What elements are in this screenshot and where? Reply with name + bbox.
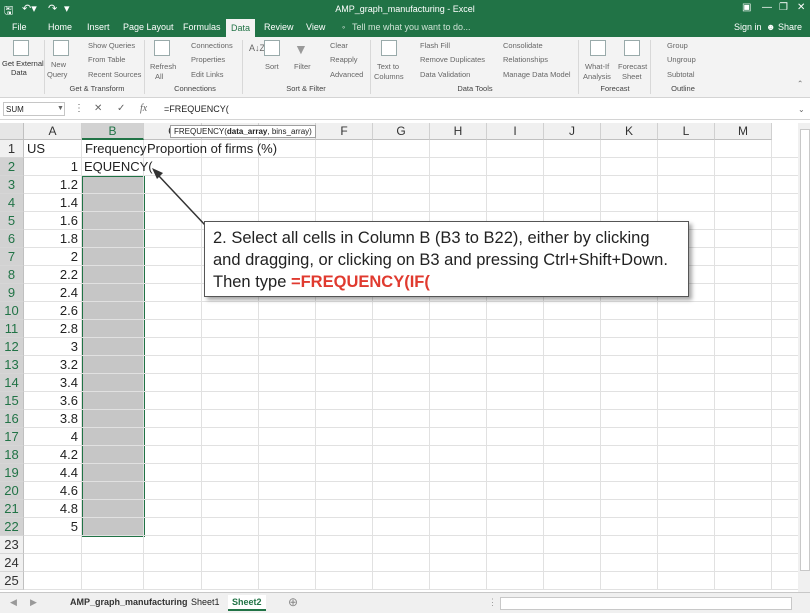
- callout-line-1: 2. Select all cells in Column B (B3 to B…: [213, 229, 650, 247]
- callout-line-2: and dragging, or clicking on B3 and pres…: [213, 251, 668, 269]
- sheet-tab-sheet2[interactable]: Sheet2: [228, 595, 266, 611]
- callout-line-3-prefix: Then type: [213, 273, 291, 291]
- callout-arrow: [152, 168, 206, 226]
- sheet-tab-sheet1[interactable]: Sheet1: [191, 595, 220, 609]
- horizontal-scrollbar[interactable]: [500, 597, 792, 610]
- callout-line-3: Then type =FREQUENCY(IF(: [213, 271, 680, 293]
- tab-split-icon[interactable]: ⋮: [488, 595, 497, 609]
- callout-code: =FREQUENCY(IF(: [290, 273, 430, 291]
- sheet-tabs-bar: ◀ ▶ AMP_graph_manufacturing Sheet1 Sheet…: [0, 592, 810, 613]
- new-sheet-icon[interactable]: ⊕: [288, 595, 298, 609]
- instruction-callout: 2. Select all cells in Column B (B3 to B…: [204, 221, 689, 297]
- scroll-thumb[interactable]: [800, 129, 810, 571]
- sheet-tab-amp[interactable]: AMP_graph_manufacturing: [70, 595, 188, 609]
- next-sheet-icon[interactable]: ▶: [30, 595, 37, 609]
- prev-sheet-icon[interactable]: ◀: [10, 595, 17, 609]
- vertical-scrollbar[interactable]: [798, 123, 810, 592]
